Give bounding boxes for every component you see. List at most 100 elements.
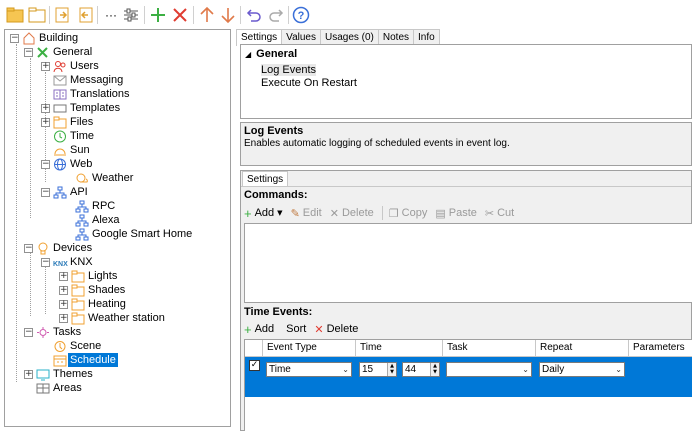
tree-item-files[interactable]: + Files <box>41 115 93 129</box>
project-tree[interactable]: − Building − General + Users Messaging T… <box>4 29 231 427</box>
row-enabled-checkbox[interactable]: ✓ <box>249 360 260 371</box>
move-down-icon[interactable] <box>217 4 239 26</box>
undo-icon[interactable] <box>243 4 265 26</box>
import-icon[interactable] <box>52 4 74 26</box>
stepper-arrows-icon[interactable]: ▲ ▼ <box>430 363 439 376</box>
tree-item-knx[interactable]: − KNX KNX <box>41 255 93 269</box>
new-icon[interactable] <box>4 4 26 26</box>
scene-icon <box>53 340 67 352</box>
help-icon[interactable]: ? <box>290 4 312 26</box>
tree-item-users[interactable]: + Users <box>41 59 99 73</box>
column-header-task[interactable]: Task <box>443 340 536 357</box>
minute-stepper[interactable]: 44 ▲ ▼ <box>402 362 440 377</box>
more-icon[interactable]: ··· <box>100 4 122 26</box>
expand-toggle[interactable]: + <box>41 103 50 113</box>
column-header-repeat[interactable]: Repeat <box>536 340 629 357</box>
expand-toggle[interactable]: + <box>59 313 68 323</box>
tree-item-translations[interactable]: Translations <box>53 87 130 101</box>
expand-toggle[interactable]: + <box>59 285 68 295</box>
move-up-icon[interactable] <box>196 4 218 26</box>
tree-item-messaging[interactable]: Messaging <box>53 73 123 87</box>
tree-item-heating[interactable]: + Heating <box>59 297 126 311</box>
cut-command-button[interactable]: ✂ Cut <box>485 207 514 220</box>
property-category[interactable]: ◢ General <box>245 48 297 60</box>
tree-item-shades[interactable]: + Shades <box>59 283 125 297</box>
tree-item-scene[interactable]: Scene <box>53 339 101 353</box>
templates-icon <box>53 102 67 114</box>
collapse-toggle[interactable]: − <box>24 243 33 253</box>
commands-list[interactable] <box>244 223 692 303</box>
add-icon[interactable] <box>147 4 169 26</box>
tree-item-tasks[interactable]: − Tasks <box>24 325 81 339</box>
tree-item-rpc[interactable]: RPC <box>75 199 115 213</box>
folder-icon <box>53 116 67 129</box>
tab-usages[interactable]: Usages (0) <box>319 29 379 45</box>
settings-sliders-icon[interactable] <box>120 4 142 26</box>
tab-notes[interactable]: Notes <box>377 29 415 45</box>
expand-toggle[interactable]: + <box>41 61 50 71</box>
add-time-event-button[interactable]: + Add <box>244 322 274 337</box>
copy-command-button[interactable]: ❐ Copy <box>389 207 428 220</box>
property-execute-on-restart[interactable]: Execute On Restart <box>261 77 357 89</box>
tree-item-label: General <box>53 46 93 58</box>
collapse-toggle[interactable]: − <box>41 187 50 197</box>
tree-item-themes[interactable]: + Themes <box>24 367 93 381</box>
tree-item-google-smart-home[interactable]: Google Smart Home <box>75 227 192 241</box>
tree-item-api[interactable]: − API <box>41 185 88 199</box>
sort-time-events-button[interactable]: Sort <box>286 323 306 335</box>
tree-item-templates[interactable]: + Templates <box>41 101 120 115</box>
tab-values[interactable]: Values <box>281 29 321 45</box>
tree-item-sun[interactable]: Sun <box>53 143 90 157</box>
tree-item-web[interactable]: − Web <box>41 157 92 171</box>
tree-item-areas[interactable]: Areas <box>36 381 82 395</box>
collapse-toggle[interactable]: − <box>24 327 33 337</box>
chevron-down-icon: ⌄ <box>615 365 622 374</box>
tree-item-label: Schedule <box>68 353 118 367</box>
tab-settings-inner[interactable]: Settings <box>242 171 289 187</box>
network-icon <box>75 200 89 213</box>
expand-toggle[interactable]: + <box>59 271 68 281</box>
collapse-toggle[interactable]: − <box>10 33 19 43</box>
edit-command-button[interactable]: ✎ Edit <box>291 207 322 220</box>
tree-item-alexa[interactable]: Alexa <box>75 213 120 227</box>
export-icon[interactable] <box>74 4 96 26</box>
collapse-toggle[interactable]: − <box>41 257 50 267</box>
redo-icon[interactable] <box>265 4 287 26</box>
stepper-arrows-icon[interactable]: ▲ ▼ <box>387 363 396 376</box>
tab-info[interactable]: Info <box>413 29 440 45</box>
expand-toggle[interactable]: + <box>41 117 50 127</box>
repeat-select[interactable]: Daily ⌄ <box>539 362 625 377</box>
column-header-parameters[interactable]: Parameters <box>629 340 692 357</box>
property-log-events[interactable]: Log Events <box>261 64 317 76</box>
delete-time-event-button[interactable]: ✕ Delete <box>314 323 358 336</box>
tree-item-building[interactable]: − Building <box>10 31 78 45</box>
expand-toggle[interactable]: + <box>24 369 33 379</box>
tree-item-lights[interactable]: + Lights <box>59 269 117 283</box>
column-header-event-type[interactable]: Event Type <box>263 340 356 357</box>
tree-item-label: Areas <box>53 382 82 394</box>
open-icon[interactable] <box>26 4 48 26</box>
hour-stepper[interactable]: 15 ▲ ▼ <box>359 362 397 377</box>
collapse-toggle[interactable]: − <box>24 47 33 57</box>
tree-item-weather[interactable]: Weather <box>75 171 133 185</box>
property-grid[interactable]: ◢ General Log Events Execute On Restart <box>240 44 692 119</box>
column-header-time[interactable]: Time <box>356 340 443 357</box>
tree-item-general[interactable]: − General <box>24 45 92 59</box>
tree-item-schedule[interactable]: Schedule <box>53 353 118 367</box>
event-type-select[interactable]: Time ⌄ <box>266 362 352 377</box>
task-select[interactable]: ⌄ <box>446 362 532 377</box>
collapse-triangle-icon[interactable]: ◢ <box>245 50 251 59</box>
table-row[interactable]: ✓ Time ⌄ 15 ▲ ▼ 44 ▲ ▼ ⌄ Daily ⌄ <box>245 357 692 397</box>
globe-icon <box>53 158 67 171</box>
add-command-button[interactable]: + Add ▼ <box>244 206 283 221</box>
collapse-toggle[interactable]: − <box>41 159 50 169</box>
delete-icon[interactable] <box>169 4 191 26</box>
tree-item-weather-station[interactable]: + Weather station <box>59 311 165 325</box>
time-events-grid[interactable]: Event Type Time Task Repeat Parameters ✓… <box>244 339 692 431</box>
paste-command-button[interactable]: ▤ Paste <box>435 207 477 220</box>
expand-toggle[interactable]: + <box>59 299 68 309</box>
tree-item-devices[interactable]: − Devices <box>24 241 92 255</box>
tree-item-time[interactable]: Time <box>53 129 94 143</box>
delete-command-button[interactable]: ✕ Delete <box>330 207 374 220</box>
tree-item-label: Alexa <box>92 214 120 226</box>
